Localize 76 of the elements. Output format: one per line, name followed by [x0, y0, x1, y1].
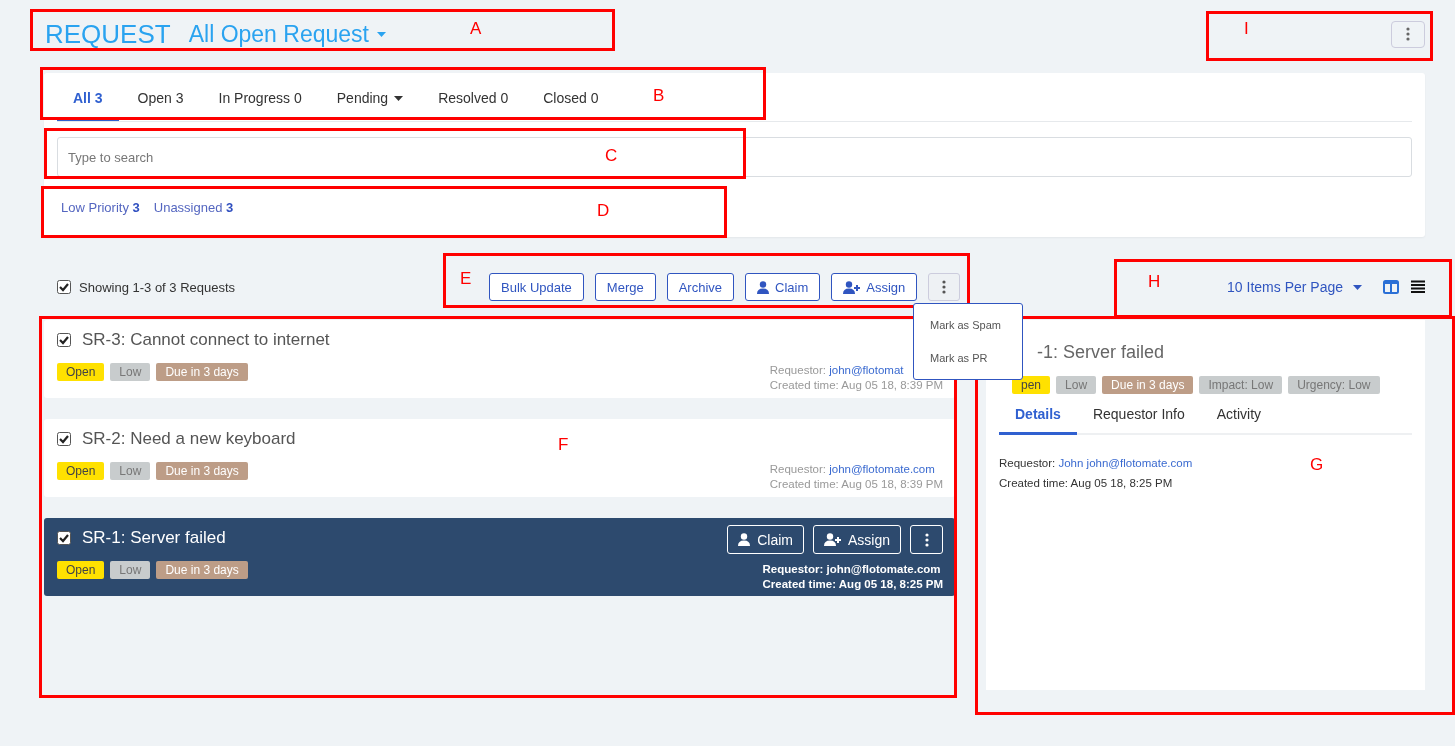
action-button[interactable]: Archive — [666, 273, 735, 301]
action-button[interactable]: Assign — [812, 525, 901, 554]
tag: Open — [57, 363, 105, 381]
action-button[interactable]: Merge — [594, 273, 656, 301]
filter-tab[interactable]: All 3 — [57, 90, 119, 121]
action-button[interactable]: Claim — [745, 273, 821, 301]
annotation-label: I — [1244, 20, 1249, 38]
detail-title: -1: Server failed — [1036, 341, 1166, 363]
email-link[interactable]: john@flotomat — [829, 364, 904, 376]
annotation-label: A — [470, 20, 482, 38]
tag: Urgency: Low — [1288, 376, 1380, 394]
tag: Due in 3 days — [156, 462, 248, 480]
tag: Open — [57, 561, 105, 579]
checkbox[interactable] — [57, 432, 71, 446]
request-title[interactable]: SR-3: Cannot connect to internet — [82, 330, 330, 350]
tag: Low — [110, 462, 151, 480]
checkbox[interactable] — [57, 531, 71, 545]
created-time: Created time: Aug 05 18, 8:25 PM — [762, 578, 943, 590]
quick-filter-link[interactable]: Unassigned 3 — [153, 200, 234, 215]
annotation-label: F — [558, 436, 569, 454]
user-plus-icon — [823, 533, 841, 546]
annotation-label: D — [597, 202, 610, 220]
filter-tab[interactable]: In Progress 0 — [202, 90, 318, 121]
detail-tab[interactable]: Details — [999, 406, 1077, 435]
filter-tab[interactable]: Open 3 — [121, 90, 200, 121]
request-title[interactable]: SR-2: Need a new keyboard — [82, 429, 296, 449]
tag: Low — [110, 561, 151, 579]
requestor-text: Requestor: john@flotomate.com — [769, 463, 935, 475]
annotation-label: G — [1310, 456, 1324, 474]
tag: Due in 3 days — [156, 561, 248, 579]
checkbox[interactable] — [57, 280, 71, 294]
email-link[interactable]: john@flotomate.com — [829, 463, 935, 475]
filter-tab[interactable]: Closed 0 — [527, 90, 615, 121]
created-time: Created time: Aug 05 18, 8:39 PM — [769, 379, 943, 391]
created-time: Created time: Aug 05 18, 8:25 PM — [999, 477, 1173, 489]
tag: Impact: Low — [1199, 376, 1283, 394]
detail-tab[interactable]: Activity — [1200, 406, 1278, 435]
tag: Low — [110, 363, 151, 381]
more-icon — [942, 280, 947, 294]
action-button[interactable]: Claim — [727, 525, 804, 554]
created-time: Created time: Aug 05 18, 8:39 PM — [769, 478, 943, 490]
requestor-text: Requestor: john@flotomate.com — [762, 563, 941, 575]
tag: Due in 3 days — [1102, 376, 1194, 394]
annotation-label: C — [605, 147, 618, 165]
email-link[interactable]: John john@flotomate.com — [1058, 457, 1193, 469]
annotation-label: H — [1148, 273, 1161, 291]
filter-tab[interactable]: Resolved 0 — [422, 90, 525, 121]
action-button[interactable]: Assign — [831, 273, 918, 301]
result-count: Showing 1-3 of 3 Requests — [79, 279, 236, 295]
more-icon — [1406, 27, 1410, 41]
tag: Low — [1056, 376, 1097, 394]
items-per-page-dropdown[interactable]: 10 Items Per Page — [1221, 278, 1368, 296]
quick-filter-link[interactable]: Low Priority 3 — [61, 200, 140, 215]
caret-icon — [376, 31, 386, 37]
request-title[interactable]: SR-1: Server failed — [82, 528, 226, 548]
request-card[interactable]: SR-1: Server failed Open Low Due in 3 days Claim Assign Requestor: john@flotomate.com Created time: Aug 05 18, 8:25 PM — [44, 518, 955, 596]
caret-icon — [1353, 284, 1362, 290]
more-icon — [924, 532, 929, 547]
requestor-text: Requestor: John john@flotomate.com — [999, 457, 1193, 469]
user-icon — [757, 280, 770, 294]
detail-tab[interactable]: Requestor Info — [1076, 406, 1201, 435]
user-plus-icon — [843, 280, 861, 294]
user-icon — [738, 533, 751, 546]
action-button[interactable]: Bulk Update — [489, 273, 584, 301]
annotation-label: E — [460, 270, 472, 288]
annotation-label: B — [653, 87, 665, 105]
tag: pen — [1012, 376, 1051, 394]
tag: Due in 3 days — [156, 363, 248, 381]
tag: Open — [57, 462, 105, 480]
requestor-text: Requestor: john@flotomat — [769, 364, 904, 376]
email-link[interactable]: john@flotomate.com — [826, 563, 941, 575]
page-title: REQUEST — [45, 20, 171, 48]
checkbox[interactable] — [57, 333, 71, 347]
filter-tab[interactable]: Pending — [320, 90, 420, 121]
list-icon[interactable] — [1411, 280, 1425, 294]
columns-icon[interactable] — [1383, 280, 1399, 294]
